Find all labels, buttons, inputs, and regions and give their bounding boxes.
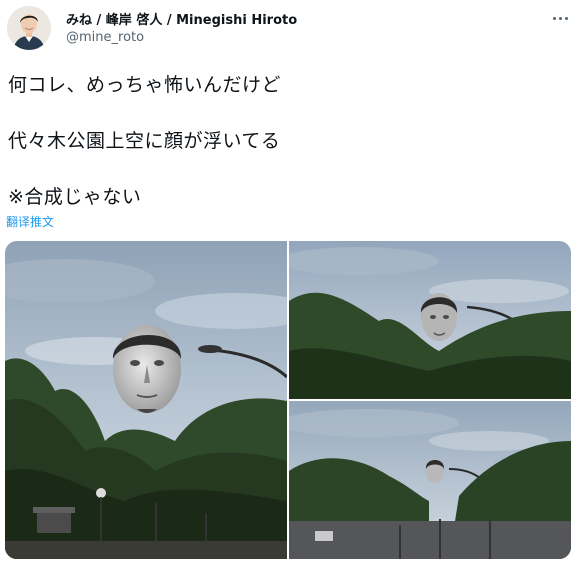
tweet-text-line-2: 代々木公園上空に顔が浮いてる [8, 130, 281, 152]
display-name[interactable]: みね / 峰岸 啓人 / Minegishi Hiroto [66, 9, 297, 28]
more-options-icon[interactable] [548, 8, 574, 28]
photo-main[interactable] [5, 241, 287, 559]
media-grid [5, 241, 571, 559]
photo-bottom-right[interactable] [289, 401, 571, 559]
tweet-card: みね / 峰岸 啓人 / Minegishi Hiroto @mine_roto… [0, 0, 585, 571]
photo-top-right[interactable] [289, 241, 571, 399]
translate-tweet-link[interactable]: 翻译推文 [6, 213, 54, 230]
user-handle[interactable]: @mine_roto [66, 30, 144, 45]
tweet-text-line-3: ※合成じゃない [8, 186, 142, 208]
avatar[interactable] [7, 6, 51, 50]
tweet-text-line-1: 何コレ、めっちゃ怖いんだけど [8, 74, 282, 96]
